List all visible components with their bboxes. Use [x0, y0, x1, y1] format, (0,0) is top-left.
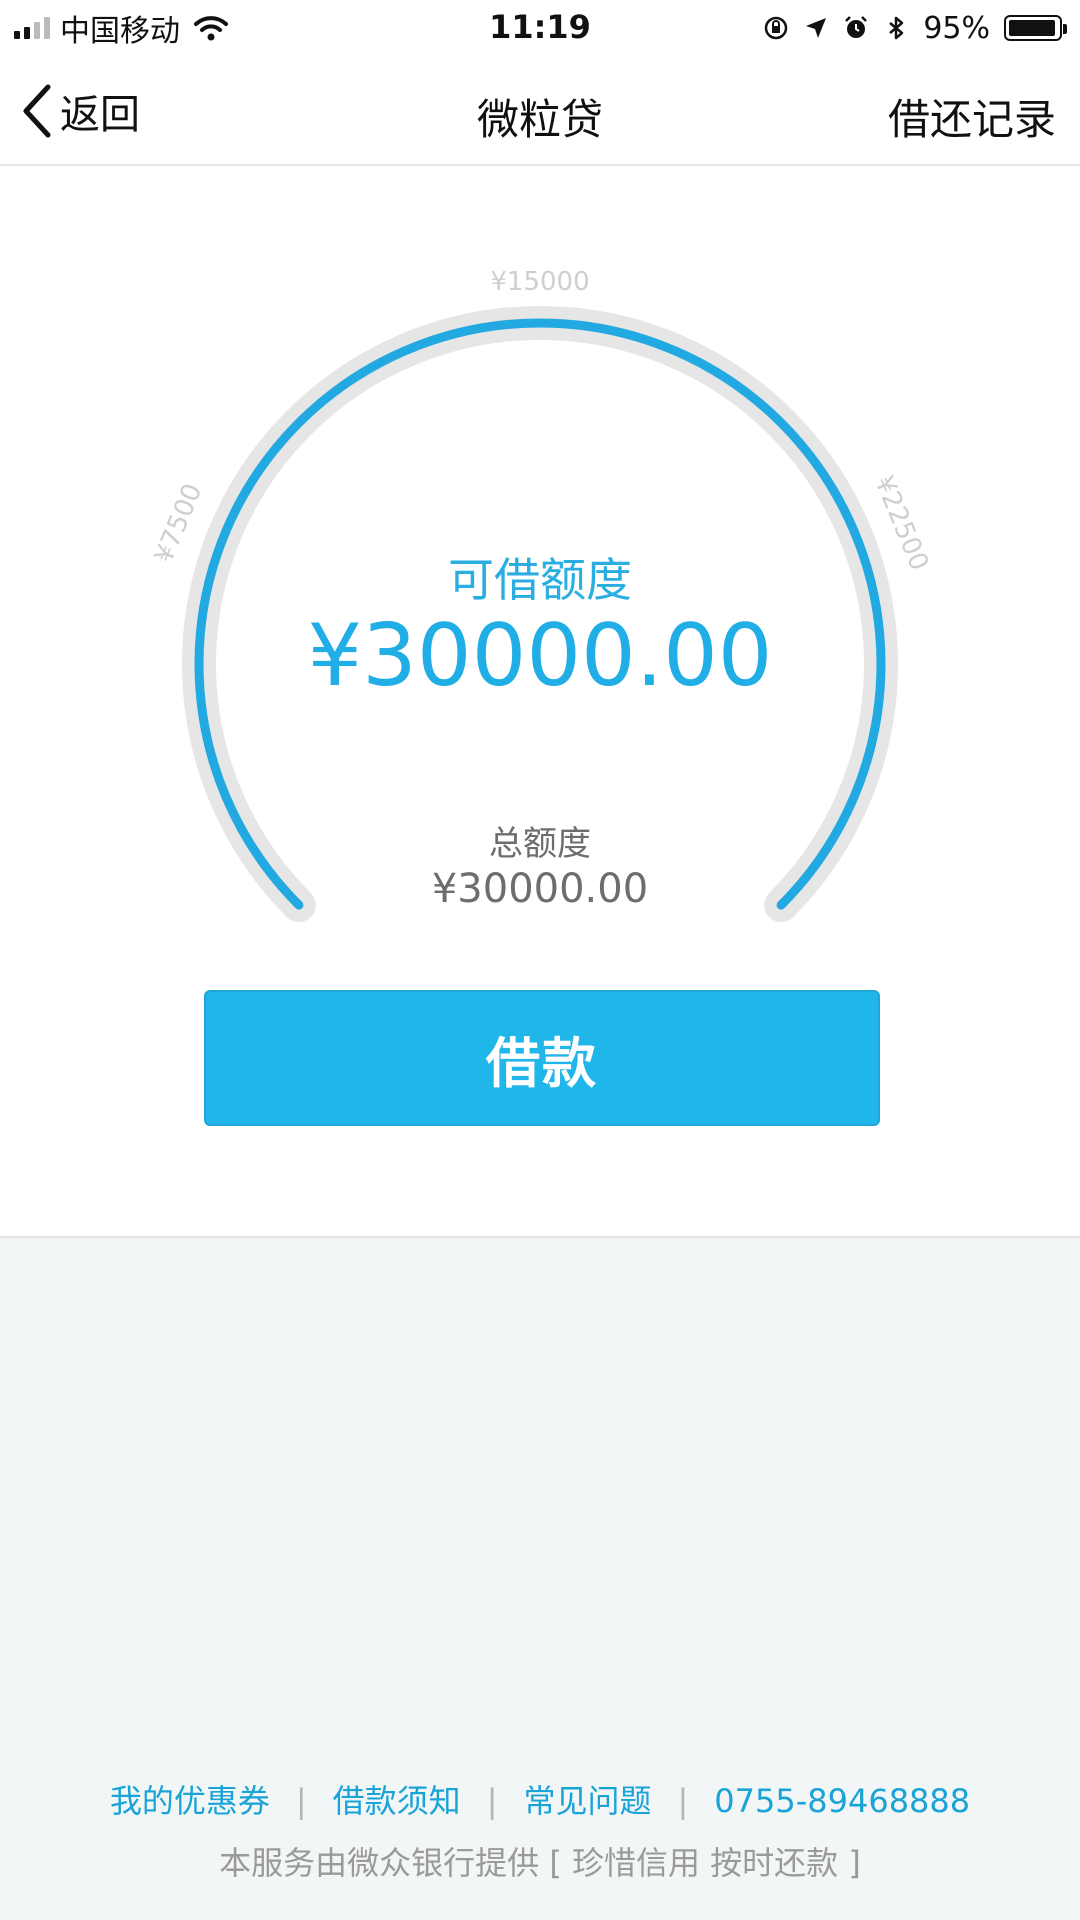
gauge-tick-label: ¥15000	[490, 267, 589, 297]
battery-fill	[1009, 20, 1055, 36]
footer-separator: |	[295, 1782, 307, 1820]
battery-icon	[1004, 15, 1067, 41]
loan-notice-link[interactable]: 借款须知	[333, 1782, 461, 1820]
alarm-icon	[845, 16, 868, 38]
coupons-link[interactable]: 我的优惠券	[110, 1782, 270, 1820]
battery-percent: 95%	[923, 10, 990, 46]
status-bar-right: 95%	[763, 8, 1067, 48]
footer-links: 我的优惠券 | 借款须知 | 常见问题 | 0755-89468888	[0, 1776, 1080, 1822]
wifi-icon	[194, 16, 228, 41]
footer-separator: |	[486, 1782, 498, 1820]
orientation-lock-icon	[765, 16, 788, 40]
total-credit-amount: ¥30000.00	[431, 866, 649, 912]
footer-note: 本服务由微众银行提供 [ 珍惜信用 按时还款 ]	[219, 1844, 861, 1882]
borrow-button[interactable]: 借款	[204, 990, 880, 1126]
faq-link[interactable]: 常见问题	[523, 1782, 651, 1820]
total-credit-label: 总额度	[489, 824, 591, 864]
loan-records-link[interactable]: 借还记录	[888, 86, 1056, 147]
nav-bar: 返回 微粒贷 借还记录	[0, 56, 1080, 166]
available-credit-label: 可借额度	[448, 553, 632, 607]
footer-separator: |	[677, 1782, 689, 1820]
bluetooth-icon	[889, 16, 904, 40]
available-credit-amount: ¥30000.00	[307, 606, 773, 706]
phone-link[interactable]: 0755-89468888	[714, 1782, 970, 1820]
status-bar: 中国移动 11:19 95%	[0, 0, 1080, 56]
location-icon	[806, 18, 827, 38]
borrow-button-label: 借款	[486, 1031, 598, 1095]
signal-icon	[14, 17, 50, 39]
credit-card-panel: ¥7500 ¥15000 ¥22500 可借额度 ¥30000.00 总额度 ¥…	[0, 166, 1080, 1238]
carrier-name: 中国移动	[60, 14, 180, 49]
status-bar-left: 中国移动	[14, 8, 228, 49]
